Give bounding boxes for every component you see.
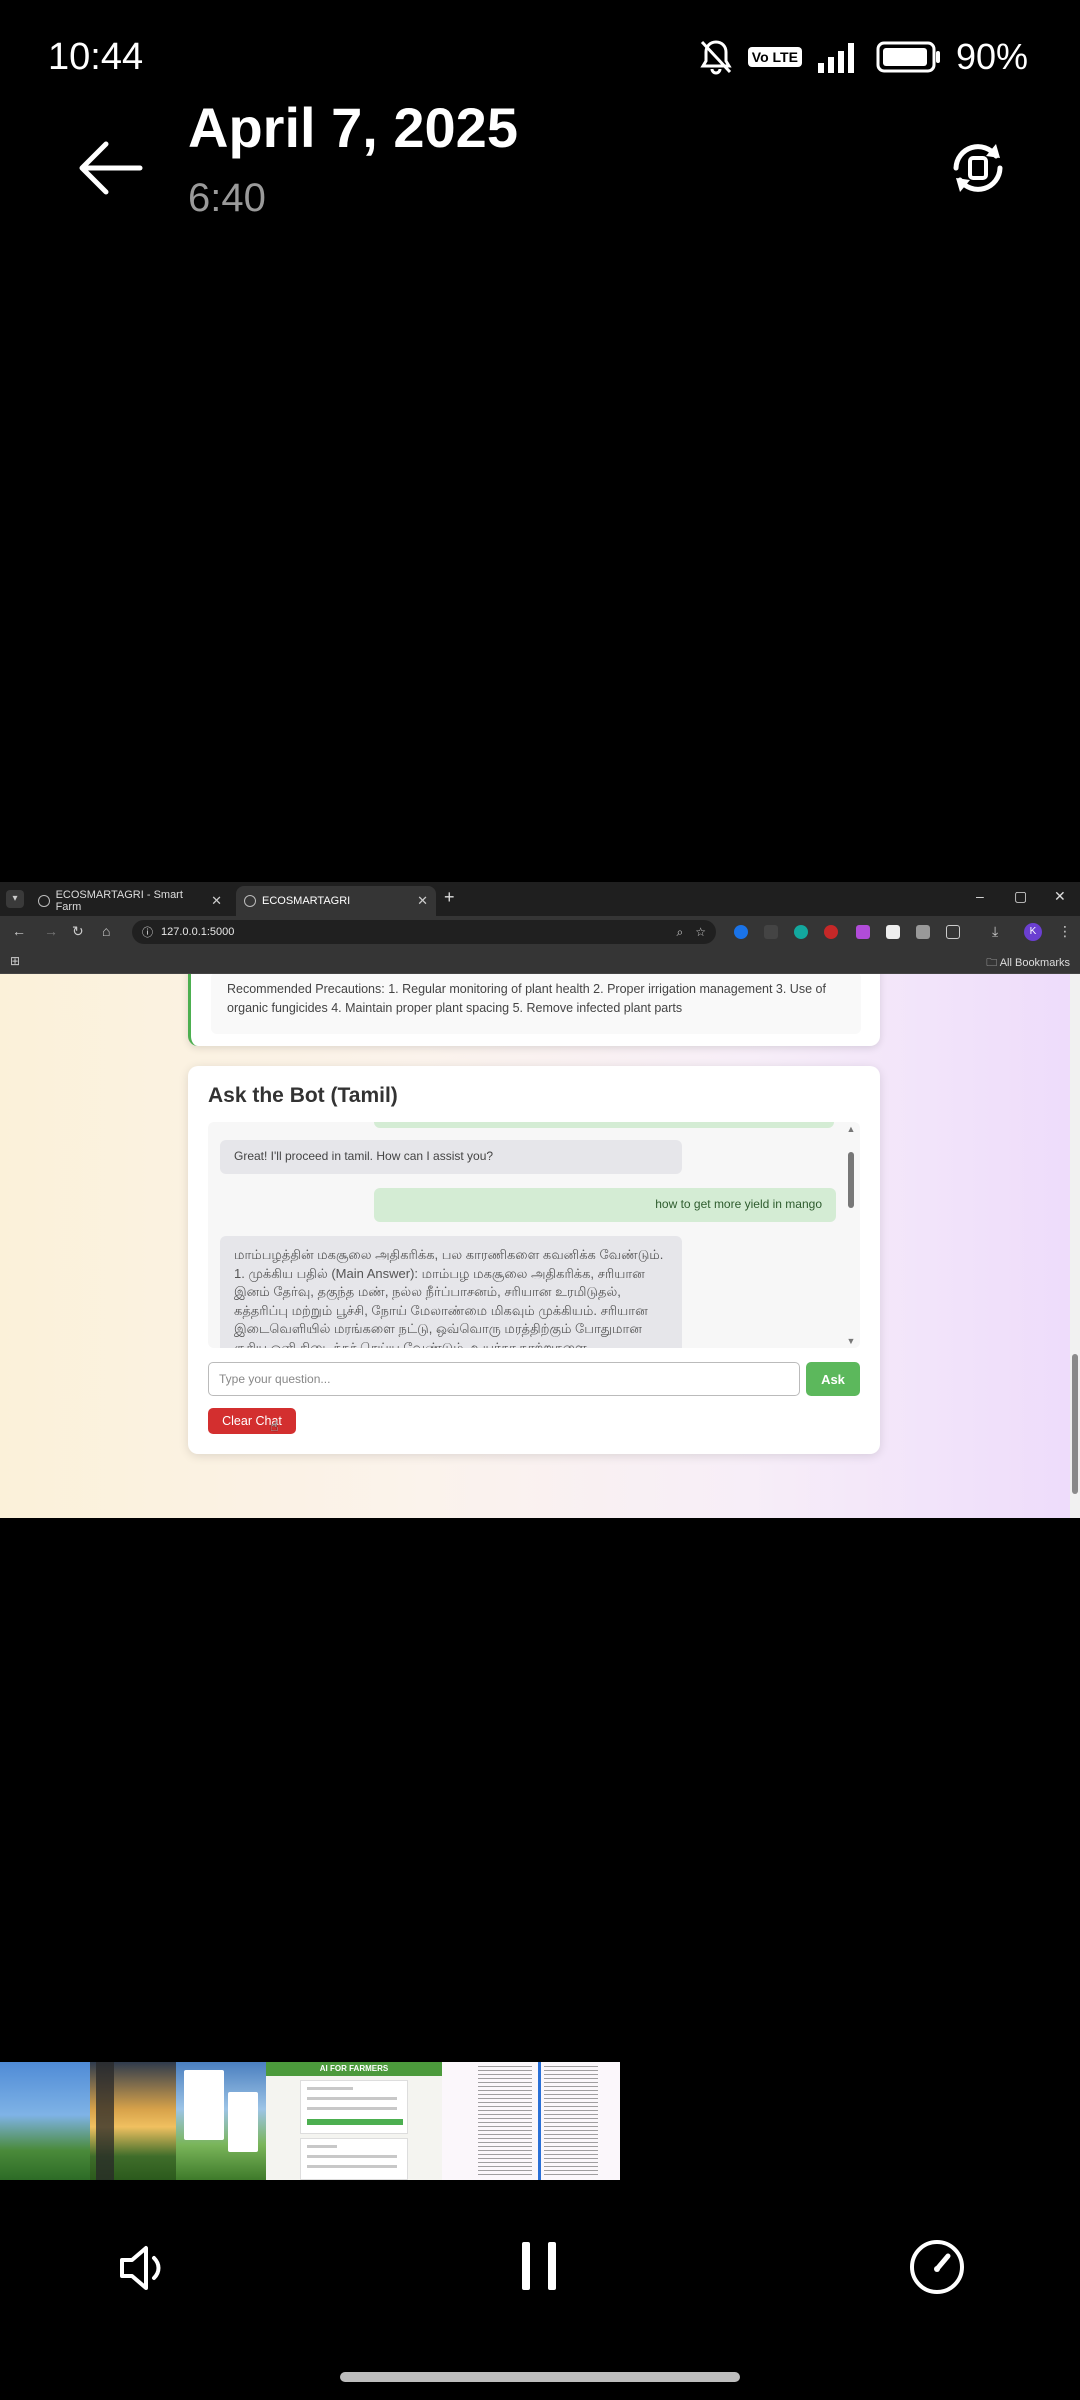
profile-avatar[interactable]: K	[1024, 923, 1042, 941]
video-thumbnail-strip[interactable]: AI FOR FARMERS	[0, 2062, 620, 2180]
browser-toolbar: ← → ↻ ⌂ ⓘ 127.0.0.1:5000 ⌕ ☆ ⤓ K ⋮	[0, 916, 1080, 948]
extension-icon[interactable]	[824, 925, 838, 939]
thumbnail-line	[307, 2087, 353, 2090]
bot-message: Great! I'll proceed in tamil. How can I …	[220, 1140, 682, 1174]
bot-message: மாம்பழத்தின் மகசூலை அதிகரிக்க, பல காரணிக…	[220, 1236, 682, 1348]
reload-icon[interactable]: ↻	[72, 923, 84, 940]
globe-icon	[38, 895, 50, 907]
battery-percent: 90%	[955, 36, 1028, 77]
page-scroll-thumb[interactable]	[1072, 1354, 1078, 1494]
user-message: how to get more yield in mango	[374, 1188, 836, 1222]
thumbnail-sidebar	[96, 2062, 114, 2180]
scroll-thumb[interactable]	[848, 1152, 854, 1208]
globe-icon	[244, 895, 256, 907]
status-time: 10:44	[48, 36, 144, 78]
thumbnail-line	[307, 2155, 397, 2158]
close-icon[interactable]: ✕	[211, 893, 222, 909]
thumbnail-text-column	[478, 2066, 532, 2176]
site-info-icon[interactable]: ⓘ	[142, 924, 153, 940]
tab-label: ECOSMARTAGRI	[262, 895, 351, 907]
home-indicator[interactable]	[340, 2372, 740, 2382]
extension-icon[interactable]	[794, 925, 808, 939]
clear-chat-button[interactable]: Clear Chat	[208, 1408, 296, 1434]
scroll-up-icon[interactable]: ▲	[846, 1124, 856, 1134]
extension-icon[interactable]	[764, 925, 778, 939]
download-icon[interactable]: ⤓	[992, 923, 998, 940]
volume-icon[interactable]	[116, 2240, 172, 2296]
menu-kebab-icon[interactable]: ⋮	[1058, 923, 1072, 940]
question-input[interactable]	[208, 1362, 800, 1396]
thumbnail-card	[228, 2092, 258, 2152]
close-icon[interactable]: ✕	[417, 893, 428, 909]
extensions-puzzle-icon[interactable]	[946, 925, 960, 939]
shield-icon[interactable]	[916, 925, 930, 939]
bookmarks-bar: ⊞ 🗀 All Bookmarks	[0, 948, 1080, 974]
signal-icon	[817, 43, 854, 73]
extension-icon[interactable]	[886, 925, 900, 939]
page-viewport: Recommended Precautions: 1. Regular moni…	[0, 974, 1070, 1518]
address-bar[interactable]: ⓘ 127.0.0.1:5000 ⌕ ☆	[132, 920, 716, 944]
rotate-icon[interactable]	[948, 138, 1008, 198]
zoom-icon[interactable]: ⌕	[677, 925, 684, 940]
thumbnail-frame[interactable]	[442, 2062, 620, 2180]
window-close-icon[interactable]: ✕	[1054, 888, 1066, 905]
thumbnail-divider	[538, 2062, 541, 2180]
thumbnail-title: AI FOR FARMERS	[319, 2064, 389, 2073]
minimize-icon[interactable]: –	[976, 888, 984, 904]
tab-ecosmartagri-smart-farm[interactable]: ECOSMARTAGRI - Smart Farm ✕	[30, 886, 230, 916]
speed-icon[interactable]	[908, 2238, 966, 2296]
thumbnail-frame[interactable]	[90, 2062, 176, 2180]
mouse-pointer-icon: ☝	[270, 1418, 279, 1434]
thumbnail-line	[307, 2165, 397, 2168]
status-icons: Vo LTE 90%	[698, 36, 1028, 78]
chat-card: Ask the Bot (Tamil) Great! I'll proceed …	[188, 1066, 880, 1454]
thumbnail-form	[300, 2138, 408, 2180]
apps-grid-icon[interactable]: ⊞	[10, 954, 20, 968]
scroll-down-icon[interactable]: ▼	[846, 1336, 856, 1346]
precautions-card: Recommended Precautions: 1. Regular moni…	[188, 974, 880, 1046]
thumbnail-frame[interactable]: AI FOR FARMERS	[266, 2062, 442, 2180]
restore-icon[interactable]: ▢	[1014, 888, 1027, 905]
thumbnail-form	[300, 2080, 408, 2134]
mute-bell-icon	[700, 40, 732, 75]
tab-ecosmartagri[interactable]: ECOSMARTAGRI ✕	[236, 886, 436, 916]
user-message-partial	[374, 1122, 834, 1128]
tab-bar: ▾ ECOSMARTAGRI - Smart Farm ✕ ECOSMARTAG…	[0, 882, 1080, 916]
new-tab-icon[interactable]: +	[444, 887, 455, 908]
url-text: 127.0.0.1:5000	[161, 926, 235, 938]
bookmark-star-icon[interactable]: ☆	[695, 925, 706, 940]
page-scrollbar[interactable]	[1070, 974, 1080, 1518]
all-bookmarks-label: All Bookmarks	[999, 957, 1070, 969]
thumbnail-line	[307, 2107, 397, 2110]
battery-icon	[876, 41, 940, 73]
forward-icon[interactable]: →	[44, 923, 58, 939]
thumbnail-frame[interactable]	[176, 2062, 266, 2180]
status-bar: 10:44 Vo LTE 90%	[0, 0, 1080, 110]
thumbnail-frame[interactable]	[0, 2062, 90, 2180]
all-bookmarks[interactable]: 🗀 All Bookmarks	[986, 954, 1070, 973]
thumbnail-line	[307, 2097, 397, 2100]
chat-history[interactable]: Great! I'll proceed in tamil. How can I …	[208, 1122, 860, 1348]
back-icon[interactable]: ←	[12, 923, 26, 939]
volte-icon: Vo LTE	[747, 47, 802, 67]
precautions-text: Recommended Precautions: 1. Regular moni…	[211, 974, 861, 1034]
thumbnail-button	[307, 2119, 403, 2125]
extension-icon[interactable]	[734, 925, 748, 939]
thumbnail-card	[184, 2070, 224, 2140]
thumbnail-text-column	[544, 2066, 598, 2176]
folder-icon: 🗀	[986, 957, 998, 969]
home-icon[interactable]: ⌂	[102, 923, 110, 939]
tab-list-icon[interactable]: ▾	[6, 890, 24, 908]
pause-icon[interactable]	[518, 2240, 562, 2292]
back-arrow-icon[interactable]	[78, 140, 144, 196]
ask-button[interactable]: Ask	[806, 1362, 860, 1396]
header-time: 6:40	[188, 176, 266, 220]
browser-window: ▾ ECOSMARTAGRI - Smart Farm ✕ ECOSMARTAG…	[0, 882, 1080, 1518]
extension-icon[interactable]	[856, 925, 870, 939]
header-date: April 7, 2025	[188, 96, 518, 159]
chat-title: Ask the Bot (Tamil)	[208, 1084, 398, 1107]
tab-label: ECOSMARTAGRI - Smart Farm	[55, 889, 183, 913]
thumbnail-line	[307, 2145, 337, 2148]
chat-scrollbar[interactable]: ▲ ▼	[846, 1124, 856, 1346]
